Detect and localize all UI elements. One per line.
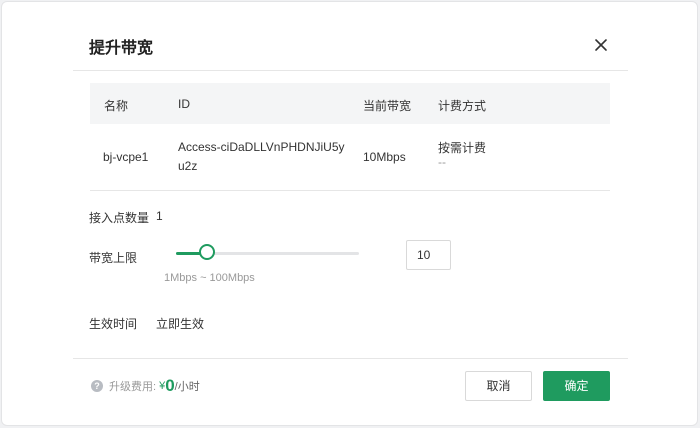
cost-unit: /小时 — [174, 381, 200, 393]
table-header: 名称 ID 当前带宽 计费方式 — [90, 83, 610, 124]
title-divider — [73, 70, 628, 71]
access-points-label: 接入点数量 — [89, 211, 150, 225]
upgrade-bandwidth-dialog: 提升带宽 名称 ID 当前带宽 计费方式 bj-vcpe1 Access-ciD… — [1, 1, 698, 426]
row-bandwidth: 10Mbps — [363, 150, 406, 164]
cost-amount: 0 — [165, 376, 175, 395]
cost-label: 升级费用: — [109, 381, 157, 393]
effective-time-value: 立即生效 — [156, 317, 205, 331]
footer-divider — [73, 358, 628, 359]
column-header-billing: 计费方式 — [438, 99, 487, 113]
close-icon[interactable] — [591, 35, 611, 55]
upgrade-cost: ? 升级费用: ¥ 0 /小时 — [91, 376, 200, 396]
row-id-line1: Access-ciDaDLLVnPHDNJiU5y — [178, 140, 345, 154]
table-divider — [90, 190, 610, 191]
access-points-value: 1 — [156, 209, 163, 223]
row-name: bj-vcpe1 — [103, 150, 149, 164]
row-billing-line1: 按需计费 — [438, 141, 487, 155]
row-id-line2: u2z — [178, 159, 198, 173]
column-header-bandwidth: 当前带宽 — [363, 99, 412, 113]
dialog-title: 提升带宽 — [89, 40, 154, 57]
row-billing-line2: -- — [438, 155, 446, 169]
bandwidth-limit-label: 带宽上限 — [89, 251, 138, 265]
column-header-id: ID — [178, 97, 190, 111]
bandwidth-slider-thumb[interactable] — [198, 244, 215, 260]
effective-time-label: 生效时间 — [89, 317, 138, 331]
cancel-button[interactable]: 取消 — [465, 371, 532, 401]
confirm-button[interactable]: 确定 — [543, 371, 610, 401]
bandwidth-input[interactable] — [406, 240, 451, 270]
question-circle-icon[interactable]: ? — [91, 380, 103, 392]
bandwidth-range-hint: 1Mbps ~ 100Mbps — [164, 272, 255, 284]
column-header-name: 名称 — [104, 99, 129, 113]
